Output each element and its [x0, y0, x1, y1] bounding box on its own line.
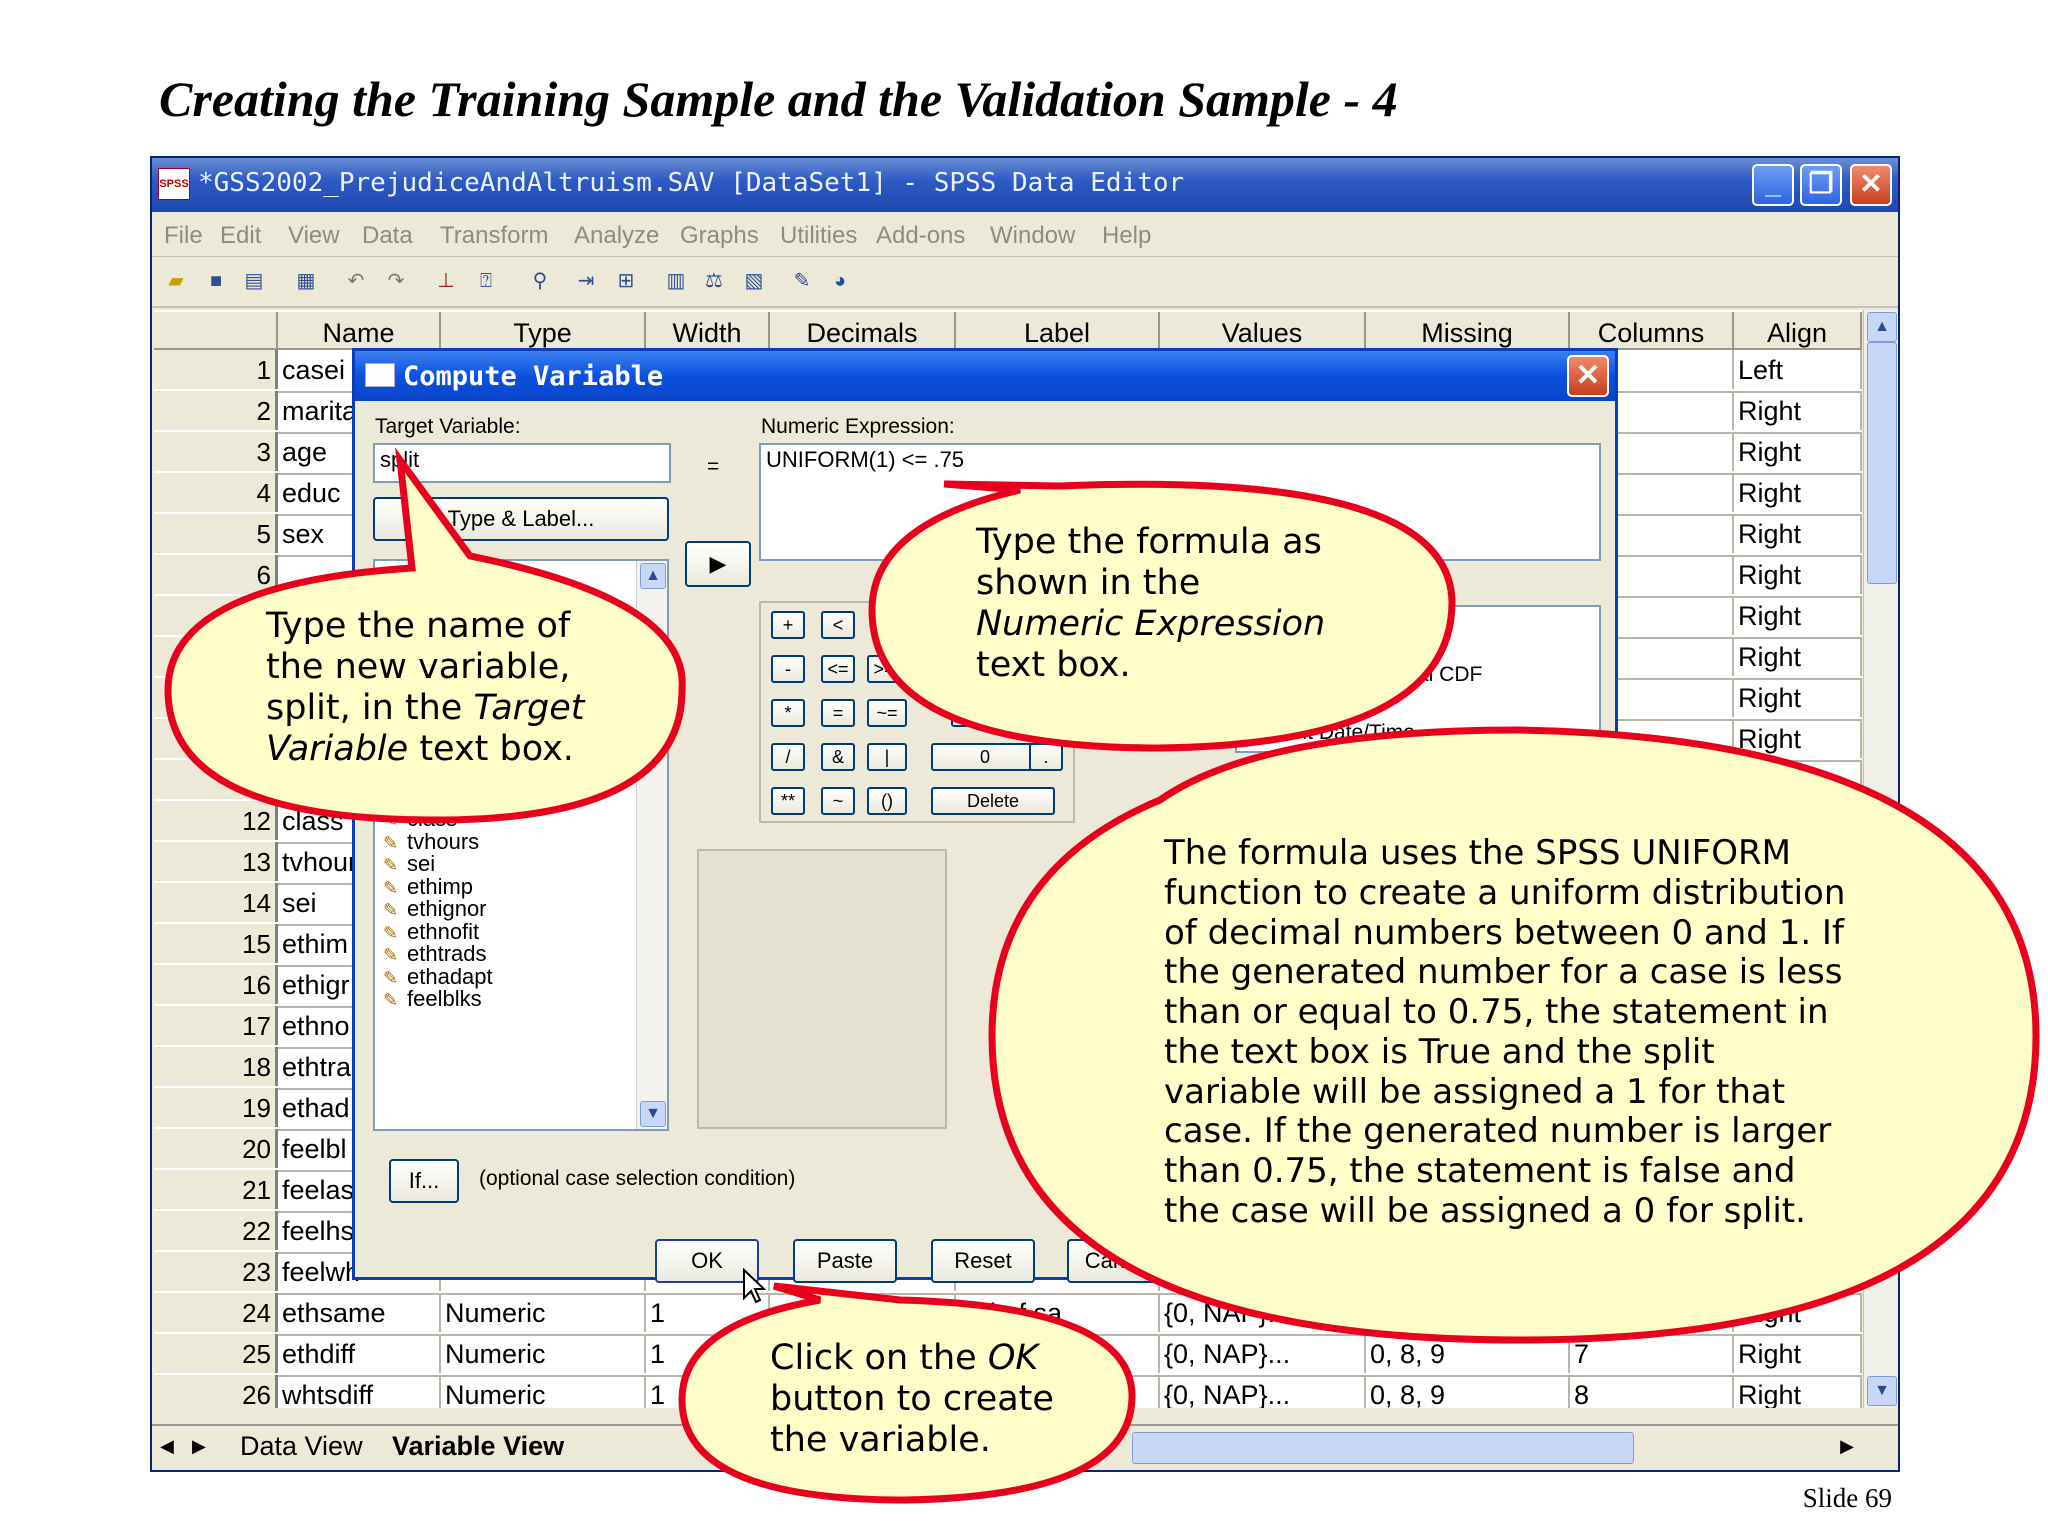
callout-ok-text: Click on the OK button to create the var…	[770, 1338, 1054, 1461]
callout-line: Variable text box.	[266, 728, 574, 769]
callout-line: Numeric Expression	[976, 603, 1326, 644]
callout-line: the case will be assigned a 0 for split.	[1164, 1190, 1806, 1231]
callout-line: Click on the OK	[770, 1338, 1039, 1378]
callout-target-text: Type the name of the new variable, split…	[266, 606, 585, 770]
callout-line: the text box is True and the split	[1164, 1031, 1715, 1072]
callout-line: the variable.	[770, 1419, 991, 1460]
callout-line: button to create	[770, 1378, 1054, 1419]
callout-uniform-text: The formula uses the SPSS UNIFORM functi…	[1164, 833, 1846, 1232]
callout-line: Type the name of	[266, 606, 571, 646]
callout-line: split, in the Target	[266, 687, 585, 728]
callout-line: of decimal numbers between 0 and 1. If	[1164, 912, 1844, 953]
callout-line: the generated number for a case is less	[1164, 952, 1843, 993]
callout-line: variable will be assigned a 1 for that	[1164, 1071, 1786, 1112]
callout-line: function to create a uniform distributio…	[1164, 872, 1846, 913]
slide-number: Slide 69	[1802, 1483, 1892, 1513]
callout-line: case. If the generated number is larger	[1164, 1111, 1832, 1152]
callout-line: text box.	[976, 644, 1131, 685]
callout-line: than or equal to 0.75, the statement in	[1164, 992, 1829, 1033]
callout-line: shown in the	[976, 562, 1201, 603]
callout-line: The formula uses the SPSS UNIFORM	[1164, 833, 1791, 873]
callout-line: Type the formula as	[976, 522, 1322, 562]
callout-line: the new variable,	[266, 646, 571, 687]
callout-formula-text: Type the formula as shown in the Numeric…	[976, 522, 1325, 686]
callout-line: than 0.75, the statement is false and	[1164, 1151, 1796, 1192]
